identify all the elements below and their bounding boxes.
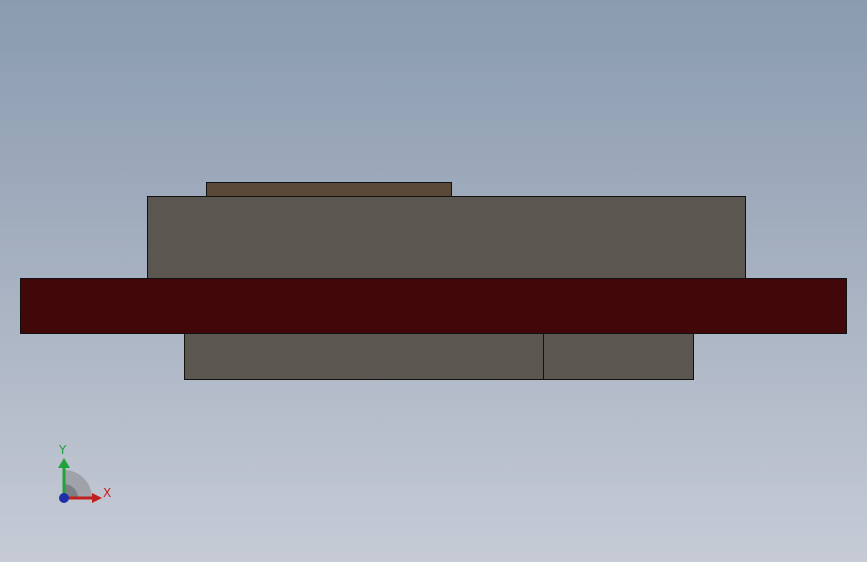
top-plate-part[interactable] (206, 182, 452, 197)
y-axis-label: Y (58, 443, 67, 457)
model-viewport[interactable]: Y X (0, 0, 867, 562)
y-axis-arrow-icon (58, 458, 70, 468)
coordinate-triad: Y X (58, 443, 111, 503)
lower-block-left-part[interactable] (184, 333, 544, 380)
x-axis-arrow-icon (92, 493, 102, 503)
lower-block-right-part[interactable] (543, 333, 694, 380)
x-axis-label: X (103, 486, 111, 500)
upper-block-part[interactable] (147, 196, 746, 279)
z-axis-dot-icon (59, 493, 69, 503)
flange-plate-part[interactable] (20, 278, 847, 334)
